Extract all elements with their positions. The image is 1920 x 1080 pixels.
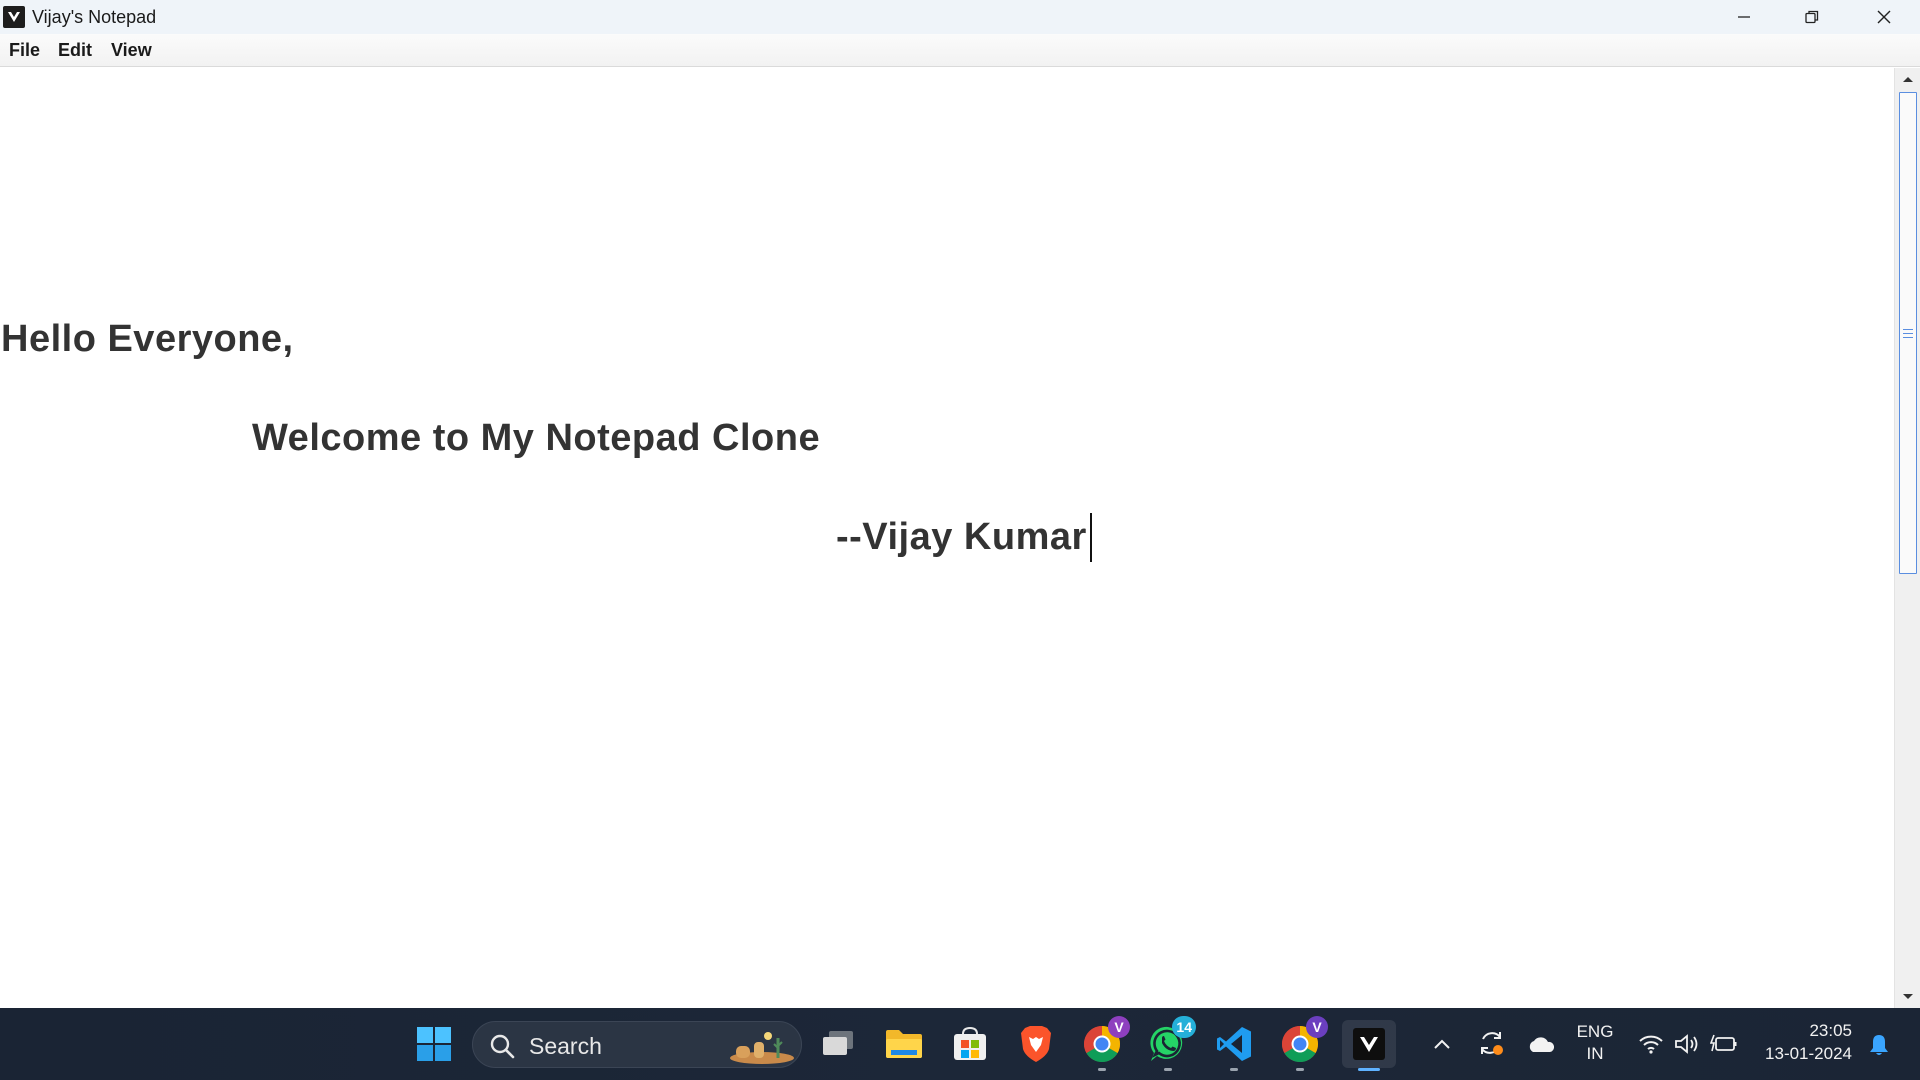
minimize-icon: [1738, 16, 1750, 18]
battery-status[interactable]: [1708, 1030, 1740, 1058]
clock-time: 23:05: [1809, 1021, 1852, 1040]
close-icon: [1877, 10, 1891, 24]
language-code: ENG: [1576, 1022, 1614, 1041]
menu-view[interactable]: View: [111, 40, 152, 61]
chrome-browser-2-button[interactable]: V: [1276, 1016, 1328, 1071]
cloud-icon: [1529, 1037, 1555, 1052]
start-button[interactable]: [410, 1020, 458, 1068]
chrome-profile-badge: V: [1108, 1016, 1130, 1038]
search-label: Search: [529, 1033, 602, 1059]
scroll-thumb[interactable]: [1899, 92, 1917, 574]
vscode-icon: [1217, 1027, 1251, 1061]
desert-highlight-icon: [730, 1032, 794, 1064]
clock[interactable]: 23:05 13-01-2024: [1756, 1021, 1852, 1064]
text-editor[interactable]: Hello Everyone, Welcome to My Notepad Cl…: [0, 68, 1894, 1008]
show-hidden-icons-button[interactable]: [1428, 1032, 1456, 1056]
window-title: Vijay's Notepad: [32, 7, 157, 27]
volume-status[interactable]: [1672, 1030, 1702, 1058]
battery-charging-icon: [1710, 1034, 1737, 1052]
whatsapp-button[interactable]: 14: [1144, 1016, 1196, 1071]
notepad-taskbar-button[interactable]: [1342, 1020, 1396, 1071]
region-code: IN: [1586, 1044, 1604, 1063]
menu-bar: File Edit View: [0, 34, 1920, 67]
menu-file[interactable]: File: [9, 40, 40, 61]
minimize-button[interactable]: [1710, 0, 1778, 34]
taskbar: Search V 14 V ENG IN 23:05 13-01-2024: [0, 1008, 1920, 1080]
sync-status-button[interactable]: [1476, 1028, 1506, 1058]
store-icon: [954, 1026, 986, 1060]
file-explorer-button[interactable]: [880, 1020, 928, 1068]
text-caret: [1090, 513, 1092, 562]
whatsapp-unread-badge: 14: [1172, 1016, 1196, 1038]
clock-date: 13-01-2024: [1765, 1044, 1852, 1063]
volume-icon: [1675, 1034, 1698, 1054]
chrome-browser-button[interactable]: V: [1078, 1016, 1130, 1071]
vscode-button[interactable]: [1210, 1020, 1258, 1071]
menu-edit[interactable]: Edit: [58, 40, 92, 61]
chrome-profile-badge-2: V: [1306, 1016, 1328, 1038]
close-button[interactable]: [1850, 0, 1918, 34]
language-indicator[interactable]: ENG IN: [1574, 1022, 1616, 1064]
editor-line-2: Welcome to My Notepad Clone: [252, 417, 821, 459]
arrow-up-icon: [1903, 77, 1913, 82]
scroll-up-button[interactable]: [1895, 68, 1920, 90]
notepad-app-icon: [1353, 1028, 1385, 1060]
vertical-scrollbar[interactable]: [1894, 68, 1920, 1008]
onedrive-button[interactable]: [1524, 1030, 1558, 1058]
task-view-icon: [823, 1031, 853, 1055]
folder-icon: [886, 1030, 922, 1058]
notepad-app-icon: [3, 6, 25, 28]
sync-icon: [1481, 1032, 1503, 1055]
scroll-down-button[interactable]: [1895, 986, 1920, 1008]
task-view-button[interactable]: [814, 1020, 862, 1068]
notifications-button[interactable]: [1864, 1030, 1894, 1060]
restore-button[interactable]: [1778, 0, 1846, 34]
brave-lion-icon: [1021, 1026, 1051, 1062]
windows-logo-icon: [417, 1027, 451, 1061]
brave-browser-button[interactable]: [1012, 1020, 1060, 1068]
microsoft-store-button[interactable]: [946, 1020, 994, 1068]
taskbar-search-box[interactable]: Search: [472, 1021, 802, 1068]
editor-line-1: Hello Everyone,: [1, 318, 294, 360]
wifi-icon: [1639, 1035, 1663, 1054]
editor-line-3: --Vijay Kumar: [836, 516, 1098, 558]
bell-icon: [1870, 1035, 1888, 1055]
chevron-up-icon: [1434, 1039, 1450, 1049]
restore-icon: [1805, 10, 1819, 24]
title-bar[interactable]: Vijay's Notepad: [0, 0, 1920, 34]
arrow-down-icon: [1903, 994, 1913, 999]
search-icon: [490, 1034, 515, 1059]
wifi-status[interactable]: [1636, 1030, 1666, 1058]
